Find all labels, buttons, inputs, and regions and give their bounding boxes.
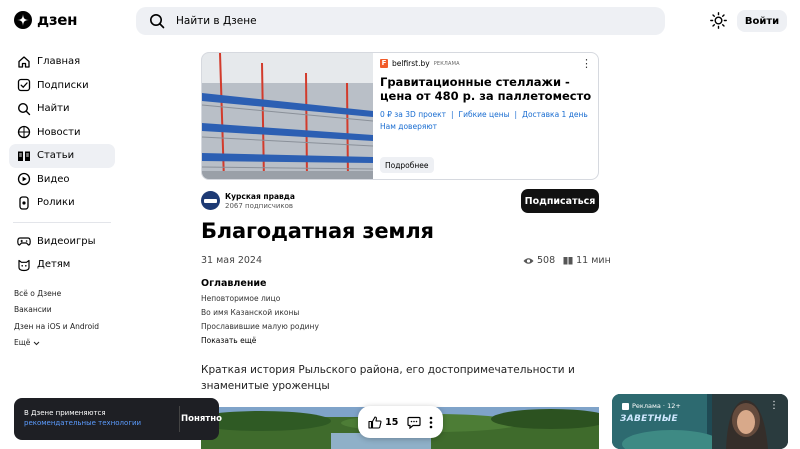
sidebar-item-news[interactable]: Новости: [9, 121, 115, 145]
toc-show-more[interactable]: Показать ещё: [201, 336, 319, 345]
table-of-contents: Оглавление Неповторимое лицо Во имя Каза…: [201, 278, 319, 345]
ad-link[interactable]: Нам доверяют: [380, 122, 437, 131]
dzen-logo[interactable]: дзен: [14, 11, 77, 29]
read-time: 11 мин: [576, 255, 611, 266]
sidebar-item-label: Детям: [37, 259, 71, 271]
channel-subscribers: 2067 подписчиков: [225, 201, 294, 210]
more-options-icon[interactable]: ⋮: [769, 400, 779, 411]
ad-body: F belfirst.by РЕКЛАМА Гравитационные сте…: [380, 57, 594, 133]
side-ad-label-text: Реклама · 12+: [632, 402, 681, 410]
channel-name[interactable]: Курская правда: [225, 192, 295, 201]
logo-text: дзен: [37, 11, 78, 29]
footer-link-apps[interactable]: Дзен на iOS и Android: [14, 319, 115, 336]
home-icon: [18, 56, 30, 68]
toc-title: Оглавление: [201, 278, 267, 289]
gamepad-icon: [17, 237, 31, 246]
footer-link-vacancies[interactable]: Вакансии: [14, 302, 115, 319]
like-button[interactable]: 15: [368, 415, 399, 429]
sidebar-item-videogames[interactable]: Видеоигры: [9, 230, 115, 254]
news-icon: [17, 126, 31, 139]
channel-avatar[interactable]: [201, 191, 220, 210]
views-count: 508: [537, 255, 556, 266]
sidebar-footer-links: Всё о Дзене Вакансии Дзен на iOS и Andro…: [9, 286, 115, 352]
read-time-icon: [563, 257, 573, 265]
ad-tag: РЕКЛАМА: [433, 60, 460, 67]
reactions-bar: 15: [358, 406, 443, 438]
ad-links: 0 ₽ за 3D проект | Гибкие цены | Доставка 1 …: [380, 110, 588, 131]
cookie-link[interactable]: рекомендательные технологии: [24, 419, 141, 427]
sidebar-item-video[interactable]: Видео: [9, 168, 115, 192]
cookie-accept-button[interactable]: Понятно: [181, 406, 222, 432]
channel-info[interactable]: Курская правда 2067 подписчиков: [201, 191, 295, 210]
sidebar-item-label: Видео: [37, 173, 70, 185]
footer-link-about[interactable]: Всё о Дзене: [14, 286, 115, 303]
cookie-text: В Дзене применяются рекомендательные тех…: [24, 408, 169, 428]
shorts-icon: [19, 196, 29, 210]
ad-source-domain[interactable]: belfirst.by: [392, 59, 430, 68]
article-lead: Краткая история Рыльского района, его до…: [201, 364, 575, 392]
chevron-down-icon: [34, 341, 40, 345]
eye-icon: [523, 257, 534, 264]
more-options-icon[interactable]: ⋮: [581, 58, 592, 69]
sidebar-item-articles[interactable]: Статьи: [9, 144, 115, 168]
ad-link[interactable]: Гибкие цены: [459, 110, 510, 119]
top-bar: дзен Войти: [0, 0, 800, 42]
video-icon: [17, 173, 31, 186]
side-ad-label: Реклама · 12+: [622, 402, 681, 410]
toc-item[interactable]: Прославившие малую родину: [201, 322, 319, 331]
sidebar-item-label: Ролики: [37, 197, 75, 209]
sidebar-item-search[interactable]: Найти: [9, 97, 115, 121]
article-title: Благодатная земля: [201, 219, 434, 243]
sidebar: Главная Подписки Найти Новости Статьи Ви…: [9, 50, 115, 352]
cookie-notice: В Дзене применяются рекомендательные тех…: [14, 398, 222, 440]
toc-item[interactable]: Неповторимое лицо: [201, 294, 319, 303]
thumbs-up-icon: [368, 415, 382, 429]
articles-icon: [18, 151, 30, 161]
toc-item[interactable]: Во имя Казанской иконы: [201, 308, 319, 317]
kids-icon: [18, 259, 30, 271]
likes-count: 15: [385, 416, 399, 428]
advertiser-logo-icon: F: [380, 59, 388, 68]
side-ad-logo: ЗАВЕТНЫЕ: [620, 414, 678, 424]
login-button[interactable]: Войти: [737, 10, 787, 32]
footer-more-label: Ещё: [14, 338, 31, 347]
side-ad-banner[interactable]: Реклама · 12+ ⋮ ЗАВЕТНЫЕ: [612, 394, 788, 449]
dzen-logo-icon: [14, 11, 32, 29]
ad-link[interactable]: Доставка 1 день: [522, 110, 588, 119]
sidebar-item-kids[interactable]: Детям: [9, 253, 115, 277]
ad-more-button[interactable]: Подробнее: [380, 157, 434, 173]
search-icon: [150, 14, 165, 29]
article-date: 31 мая 2024: [201, 255, 263, 266]
cookie-divider: [179, 406, 180, 432]
sidebar-item-label: Видеоигры: [37, 235, 96, 247]
comment-icon[interactable]: [407, 416, 421, 429]
sidebar-item-shorts[interactable]: Ролики: [9, 191, 115, 215]
search-icon: [17, 102, 31, 115]
search-input[interactable]: [176, 15, 616, 27]
cookie-message: В Дзене применяются: [24, 409, 106, 417]
sidebar-item-label: Подписки: [37, 79, 89, 91]
footer-link-more[interactable]: Ещё: [14, 335, 115, 352]
sidebar-item-home[interactable]: Главная: [9, 50, 115, 74]
ad-image-warehouse-racks: [202, 53, 373, 179]
ad-link[interactable]: 0 ₽ за 3D проект: [380, 110, 446, 119]
checkbox-icon: [622, 402, 629, 410]
ad-title[interactable]: Гравитационные стеллажи - цена от 480 р.…: [380, 75, 594, 103]
sidebar-item-label: Главная: [37, 56, 81, 68]
subscribe-button[interactable]: Подписаться: [521, 189, 599, 213]
sidebar-item-label: Статьи: [37, 150, 75, 162]
sidebar-item-subscriptions[interactable]: Подписки: [9, 74, 115, 98]
sidebar-item-label: Найти: [37, 103, 70, 115]
search-bar[interactable]: [136, 7, 665, 35]
ad-banner[interactable]: F belfirst.by РЕКЛАМА Гравитационные сте…: [201, 52, 599, 180]
theme-toggle-icon[interactable]: [710, 12, 727, 29]
subscriptions-icon: [17, 79, 31, 92]
sidebar-divider: [13, 221, 111, 223]
article-stats: 508 11 мин: [523, 255, 611, 266]
sidebar-item-label: Новости: [37, 126, 81, 138]
more-options-icon[interactable]: [429, 416, 433, 429]
ad-source: F belfirst.by РЕКЛАМА: [380, 59, 594, 68]
